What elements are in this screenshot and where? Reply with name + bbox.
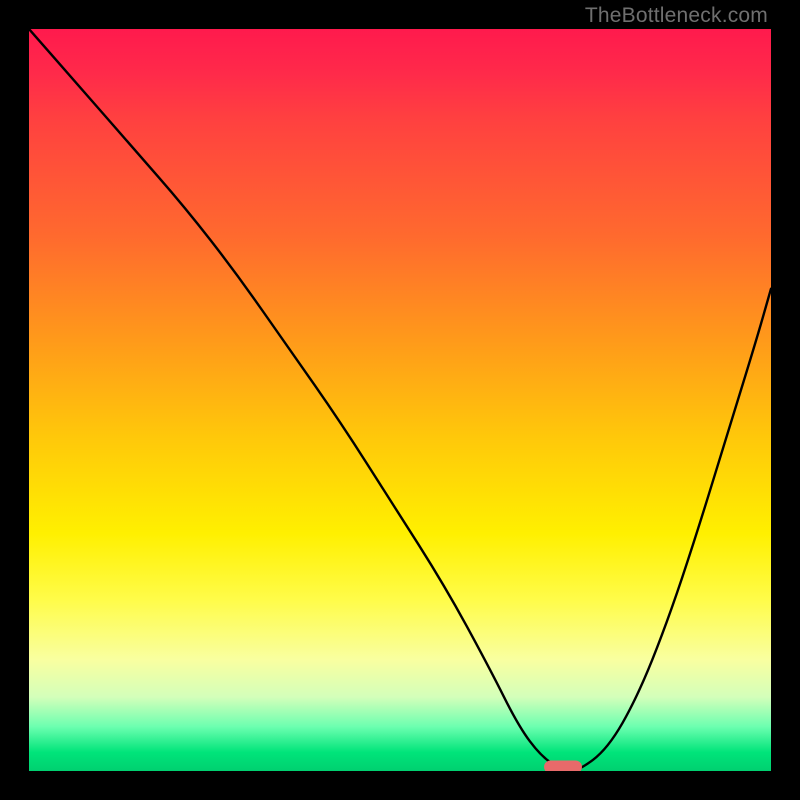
watermark-text: TheBottleneck.com <box>585 4 768 28</box>
chart-frame: TheBottleneck.com <box>0 0 800 800</box>
plot-area <box>29 29 771 771</box>
optimal-marker <box>544 761 582 772</box>
bottleneck-curve <box>29 29 771 771</box>
